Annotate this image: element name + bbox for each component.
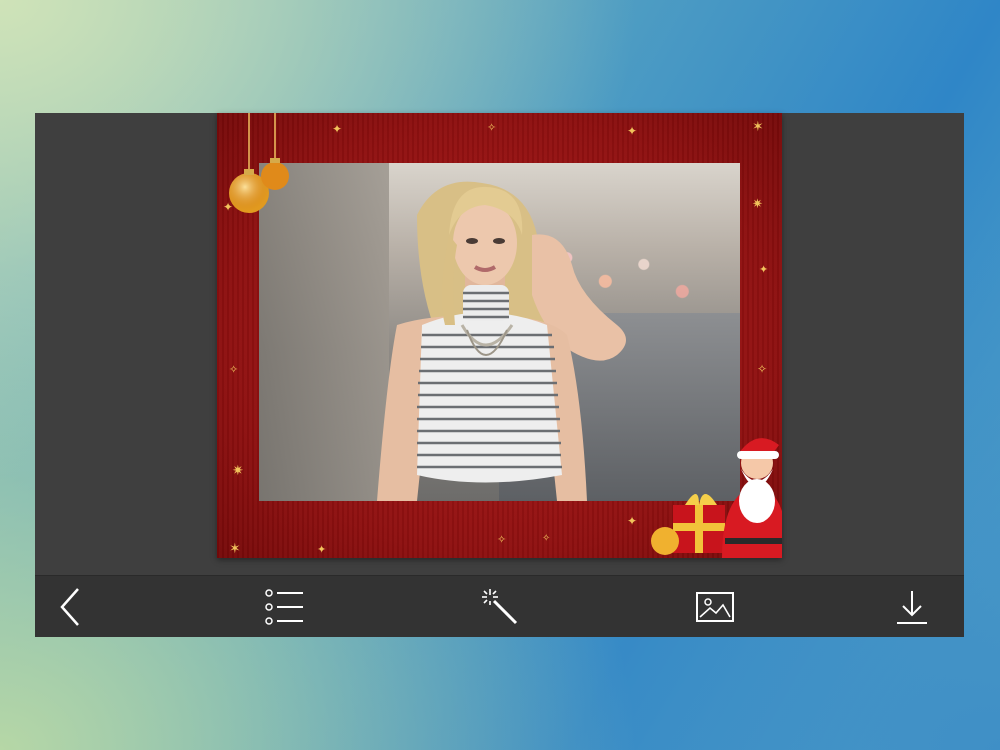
svg-text:✧: ✧ xyxy=(229,363,238,376)
svg-text:✦: ✦ xyxy=(627,514,637,528)
image-icon xyxy=(696,591,734,622)
christmas-photo-frame[interactable]: ✦ ✧ ✦ ✶ ✷ ✦ ✧ ✦ ✧ ✷ ✶ ✦ ✧ ✦ ✧ xyxy=(217,113,782,558)
effects-button[interactable] xyxy=(465,576,535,637)
magic-wand-icon xyxy=(482,588,518,624)
svg-text:✦: ✦ xyxy=(223,200,233,214)
back-button[interactable] xyxy=(35,576,105,637)
svg-text:✦: ✦ xyxy=(317,543,326,556)
download-button[interactable] xyxy=(877,576,947,637)
svg-text:✧: ✧ xyxy=(542,533,550,544)
svg-text:✷: ✷ xyxy=(232,463,244,479)
download-icon xyxy=(897,590,927,624)
chevron-left-icon xyxy=(60,587,79,626)
svg-text:✶: ✶ xyxy=(229,541,241,557)
portrait-subject xyxy=(377,181,626,501)
bottom-toolbar xyxy=(35,575,964,637)
svg-text:✧: ✧ xyxy=(757,362,767,376)
editor-canvas: ✦ ✧ ✦ ✶ ✷ ✦ ✧ ✦ ✧ ✷ ✶ ✦ ✧ ✦ ✧ xyxy=(35,113,964,575)
list-icon xyxy=(265,588,303,625)
svg-text:✶: ✶ xyxy=(752,119,764,135)
svg-text:✦: ✦ xyxy=(759,263,768,276)
gallery-button[interactable] xyxy=(680,576,750,637)
svg-text:✧: ✧ xyxy=(487,121,496,134)
svg-text:✦: ✦ xyxy=(332,122,342,136)
svg-text:✦: ✦ xyxy=(627,124,637,138)
svg-text:✷: ✷ xyxy=(752,197,763,212)
svg-text:✧: ✧ xyxy=(497,533,506,546)
app-window: ✦ ✧ ✦ ✶ ✷ ✦ ✧ ✦ ✧ ✷ ✶ ✦ ✧ ✦ ✧ xyxy=(35,113,964,637)
frames-list-button[interactable] xyxy=(250,576,320,637)
user-photo[interactable] xyxy=(259,163,740,501)
